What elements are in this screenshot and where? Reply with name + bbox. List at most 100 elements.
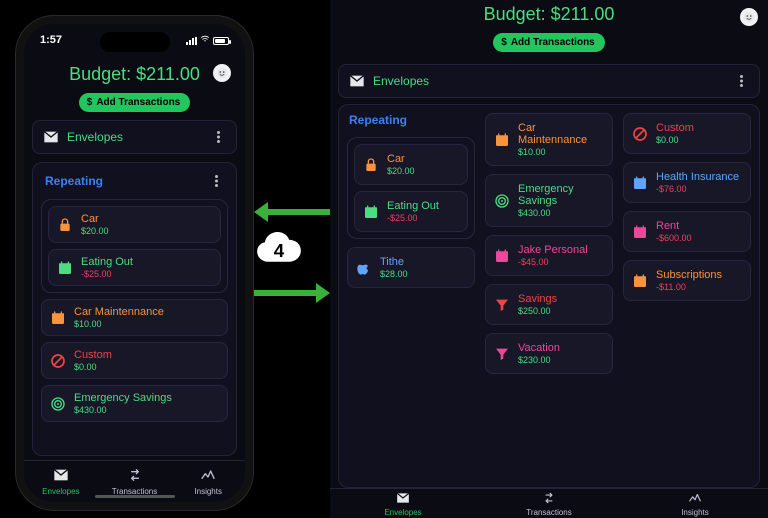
repeating-group: Car$20.00 Eating Out-$25.00 — [41, 199, 228, 293]
tab-insights[interactable]: Insights — [622, 489, 768, 518]
envelope-card[interactable]: Vacation$230.00 — [485, 333, 613, 374]
envelope-card[interactable]: Eating Out-$25.00 — [354, 191, 468, 232]
tab-label: Transactions — [526, 508, 572, 517]
envelope-card[interactable]: Rent-$600.00 — [623, 211, 751, 252]
add-btn-label: Add Transactions — [511, 37, 595, 48]
envelope-name: Custom — [656, 122, 694, 134]
swap-icon — [127, 467, 143, 485]
rest-group: Car Maintennance$10.00 Custom$0.00 Emergen… — [41, 299, 228, 422]
mid-column: Car Maintennance$10.00 Emergency Savings$… — [485, 113, 613, 479]
kebab-menu[interactable] — [210, 129, 226, 145]
wifi-icon — [200, 34, 210, 47]
avatar[interactable] — [213, 64, 231, 82]
cal-icon — [494, 132, 510, 148]
repeating-title: Repeating — [347, 113, 475, 129]
envelope-amount: $20.00 — [387, 166, 415, 176]
envelope-card[interactable]: Custom$0.00 — [41, 342, 228, 379]
envelope-card[interactable]: Jake Personal-$45.00 — [485, 235, 613, 276]
target-icon — [494, 193, 510, 209]
tab-envelopes[interactable]: Envelopes — [330, 489, 476, 518]
envelope-card[interactable]: Health Insurance-$76.00 — [623, 162, 751, 203]
envelope-amount: $10.00 — [74, 319, 164, 329]
avatar[interactable] — [740, 8, 758, 26]
kebab-menu[interactable] — [208, 173, 224, 189]
tab-transactions[interactable]: Transactions — [476, 489, 622, 518]
budget-title: Budget: $211.00 — [484, 4, 615, 25]
kebab-menu[interactable] — [733, 73, 749, 89]
tab-envelopes[interactable]: Envelopes — [24, 461, 98, 502]
cell-signal-icon — [186, 37, 197, 45]
envelope-amount: -$25.00 — [81, 269, 133, 279]
envelope-card[interactable]: Custom$0.00 — [623, 113, 751, 154]
tab-insights[interactable]: Insights — [171, 461, 245, 502]
cloud-number-icon: 4 — [254, 228, 304, 272]
status-time: 1:57 — [40, 34, 62, 47]
cal-icon — [363, 204, 379, 220]
tab-label: Envelopes — [42, 487, 79, 496]
dollar-icon: $ — [87, 97, 93, 108]
block-icon — [50, 353, 66, 369]
envelope-name: Savings — [518, 293, 557, 305]
envelope-card[interactable]: Car$20.00 — [354, 144, 468, 185]
tab-label: Insights — [681, 508, 709, 517]
arrow-left-icon — [254, 202, 330, 222]
cal-icon — [632, 224, 648, 240]
home-indicator — [95, 495, 175, 498]
mail-icon — [396, 491, 410, 507]
repeating-title: Repeating — [45, 174, 103, 188]
tablet-frame: Budget: $211.00 $ Add Transactions Envel… — [330, 0, 768, 518]
envelope-card[interactable]: Car$20.00 — [48, 206, 221, 243]
cal-icon — [632, 175, 648, 191]
envelope-amount: -$25.00 — [387, 213, 439, 223]
envelope-amount: -$11.00 — [656, 282, 722, 292]
phone-frame: 1:57 Budget: $211.00 $ Add Transactions … — [16, 16, 253, 510]
sync-graphic: 4 — [254, 202, 330, 303]
envelope-amount: -$45.00 — [518, 257, 588, 267]
envelope-amount: $0.00 — [74, 362, 112, 372]
envelope-amount: $20.00 — [81, 226, 109, 236]
repeating-group: Car$20.00 Eating Out-$25.00 — [347, 137, 475, 239]
envelope-name: Car — [387, 153, 415, 165]
envelopes-grid: Repeating Car$20.00 Eating Out-$25.00 Tit… — [338, 104, 760, 488]
add-transactions-button[interactable]: $ Add Transactions — [79, 93, 190, 112]
envelopes-label: Envelopes — [373, 74, 725, 88]
apple-icon — [356, 260, 372, 276]
envelope-amount: $0.00 — [656, 135, 694, 145]
mail-icon — [349, 73, 365, 89]
tab-label: Envelopes — [384, 508, 421, 517]
envelope-card[interactable]: Car Maintennance$10.00 — [485, 113, 613, 166]
envelope-name: Tithe — [380, 256, 408, 268]
bottom-tabs: Envelopes Transactions Insights — [330, 488, 768, 518]
insights-icon — [200, 467, 216, 485]
arrow-right-icon — [254, 283, 330, 303]
block-icon — [632, 126, 648, 142]
envelope-card[interactable]: Emergency Savings$430.00 — [485, 174, 613, 227]
envelope-card[interactable]: Car Maintennance$10.00 — [41, 299, 228, 336]
mail-icon — [53, 467, 69, 485]
envelope-card[interactable]: Tithe$28.00 — [347, 247, 475, 288]
envelopes-section: Repeating Car$20.00 Eating Out-$25.00 Car… — [32, 162, 237, 456]
envelope-card[interactable]: Subscriptions-$11.00 — [623, 260, 751, 301]
cal-icon — [494, 248, 510, 264]
lock-icon — [363, 157, 379, 173]
envelopes-header[interactable]: Envelopes — [338, 64, 760, 98]
envelope-name: Car Maintennance — [74, 306, 164, 318]
envelope-card[interactable]: Eating Out-$25.00 — [48, 249, 221, 286]
status-bar: 1:57 — [24, 34, 245, 47]
envelope-name: Custom — [74, 349, 112, 361]
mail-icon — [43, 129, 59, 145]
dollar-icon: $ — [501, 37, 507, 48]
envelope-amount: -$600.00 — [656, 233, 692, 243]
cal-icon — [632, 273, 648, 289]
add-transactions-button[interactable]: $ Add Transactions — [493, 33, 604, 52]
envelopes-header[interactable]: Envelopes — [32, 120, 237, 154]
envelope-card[interactable]: Savings$250.00 — [485, 284, 613, 325]
cal-icon — [57, 260, 73, 276]
insights-icon — [688, 491, 702, 507]
envelope-name: Emergency Savings — [518, 183, 604, 207]
envelope-name: Emergency Savings — [74, 392, 172, 404]
envelope-amount: $28.00 — [380, 269, 408, 279]
envelope-name: Car — [81, 213, 109, 225]
envelope-name: Health Insurance — [656, 171, 739, 183]
envelope-card[interactable]: Emergency Savings$430.00 — [41, 385, 228, 422]
